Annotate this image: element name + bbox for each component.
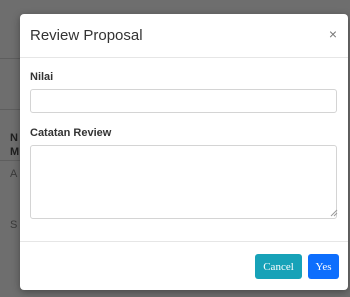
background-text: A — [10, 168, 18, 180]
modal-footer: Cancel Yes — [20, 241, 348, 291]
nilai-input[interactable] — [30, 89, 337, 113]
close-icon[interactable]: × — [329, 27, 337, 41]
catatan-review-label: Catatan Review — [30, 127, 112, 139]
background-text: N — [10, 132, 18, 144]
yes-button[interactable]: Yes — [308, 254, 339, 279]
nilai-label: Nilai — [30, 71, 54, 83]
review-proposal-modal: Review Proposal × Nilai Catatan Review C… — [20, 14, 348, 290]
background-text: S — [10, 219, 18, 231]
cancel-button[interactable]: Cancel — [255, 254, 302, 279]
catatan-review-textarea[interactable] — [30, 145, 337, 219]
catatan-review-wrapper — [20, 145, 348, 221]
background-text: M — [10, 146, 20, 158]
modal-header: Review Proposal × — [20, 14, 348, 58]
modal-title: Review Proposal — [30, 27, 143, 44]
resize-grip-icon[interactable] — [330, 209, 338, 217]
